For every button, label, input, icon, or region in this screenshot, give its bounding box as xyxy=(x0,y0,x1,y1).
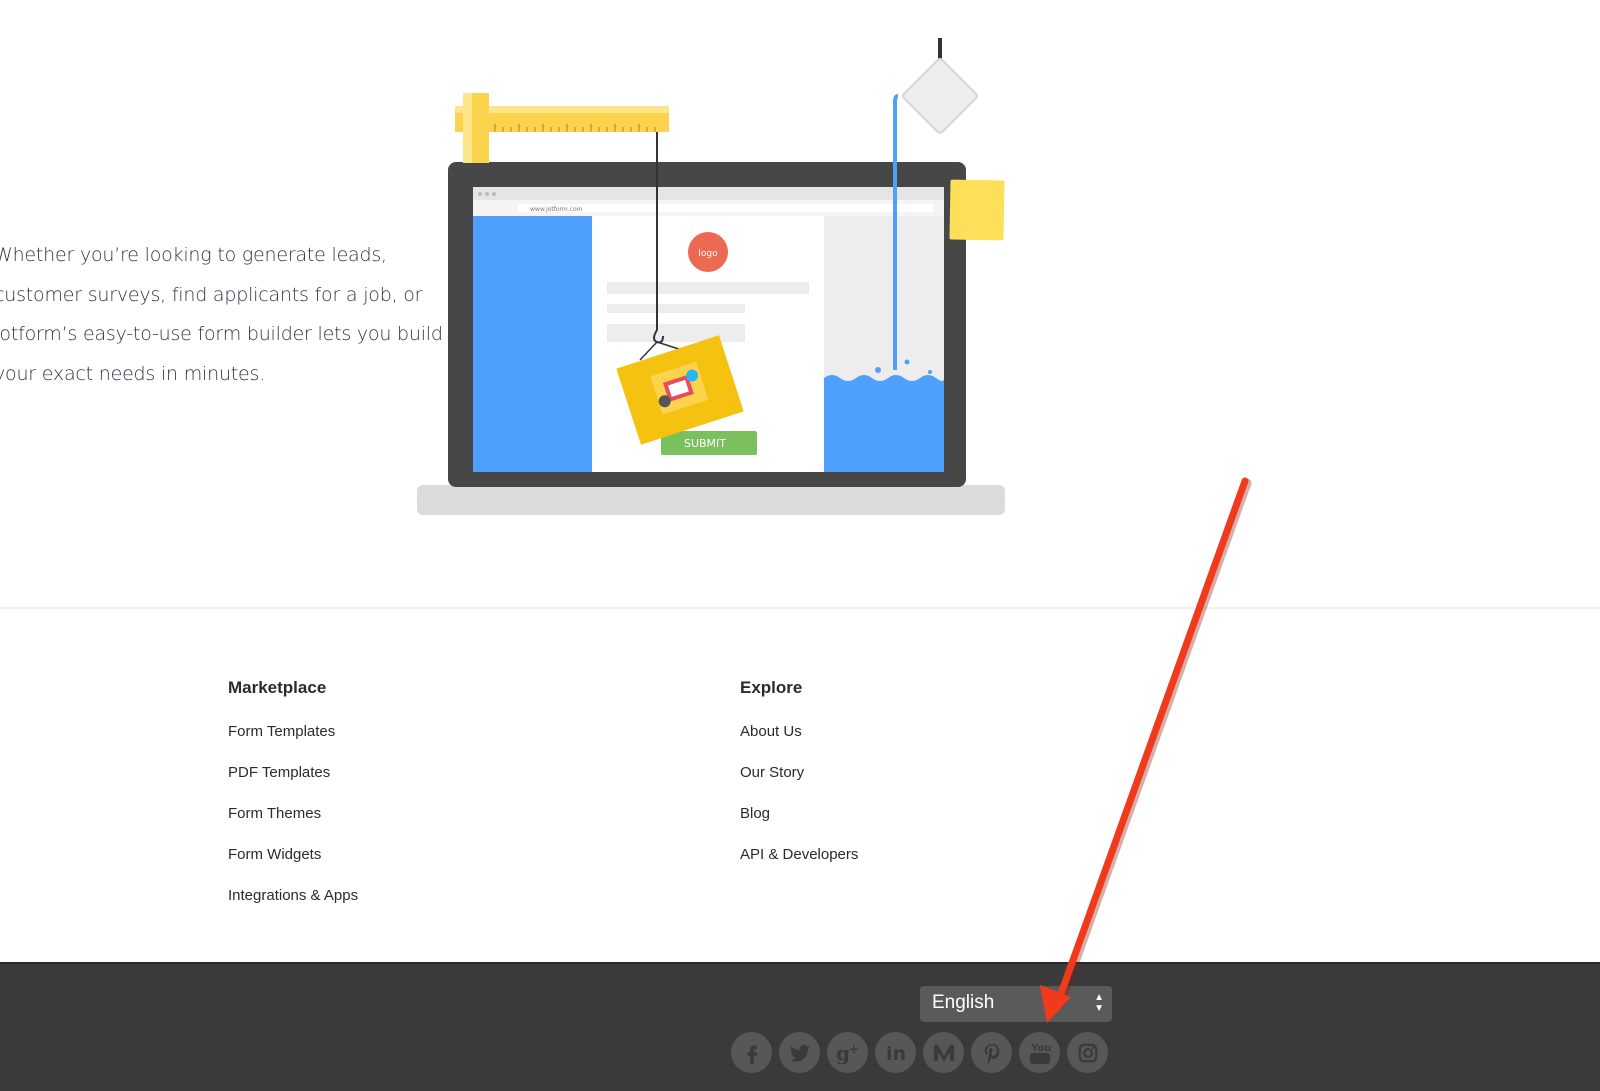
footer-link-blog[interactable]: Blog xyxy=(740,804,858,824)
language-select-value: English xyxy=(932,992,995,1013)
footer-heading-marketplace: Marketplace xyxy=(228,678,327,697)
footer-bar: English ▲ ▼ g + in You xyxy=(0,962,1600,1091)
instagram-icon[interactable] xyxy=(1067,1032,1108,1073)
svg-text:+: + xyxy=(849,1042,859,1056)
footer-link-form-themes[interactable]: Form Themes xyxy=(228,804,358,824)
social-icons: g + in You xyxy=(731,1032,1108,1073)
footer-link-our-story[interactable]: Our Story xyxy=(740,763,858,783)
logo-label: logo xyxy=(698,249,718,259)
svg-text:g: g xyxy=(836,1042,850,1064)
youtube-icon[interactable]: You xyxy=(1019,1032,1060,1073)
footer-link-form-widgets[interactable]: Form Widgets xyxy=(228,845,358,865)
browser-url: www.jotform.com xyxy=(530,206,583,213)
submit-label: SUBMIT xyxy=(684,437,726,450)
twitter-icon[interactable] xyxy=(779,1032,820,1073)
form-builder-illustration: www.jotform.com logo SUBMIT xyxy=(417,38,1005,515)
footer-link-pdf-templates[interactable]: PDF Templates xyxy=(228,763,358,783)
google-plus-icon[interactable]: g + xyxy=(827,1032,868,1073)
pinterest-icon[interactable] xyxy=(971,1032,1012,1073)
section-divider xyxy=(0,607,1600,609)
linkedin-icon[interactable]: in xyxy=(875,1032,916,1073)
svg-text:in: in xyxy=(886,1043,906,1064)
footer-link-about-us[interactable]: About Us xyxy=(740,722,858,742)
svg-text:You: You xyxy=(1030,1043,1051,1054)
medium-icon[interactable] xyxy=(923,1032,964,1073)
footer-heading-explore: Explore xyxy=(740,678,803,697)
footer-link-form-templates[interactable]: Form Templates xyxy=(228,722,358,742)
select-arrows-icon: ▲ ▼ xyxy=(1094,992,1104,1014)
footer-link-integrations-apps[interactable]: Integrations & Apps xyxy=(228,886,358,906)
language-select[interactable]: English ▲ ▼ xyxy=(920,986,1112,1022)
footer-column-explore: Explore About Us Our Story Blog API & De… xyxy=(740,678,858,886)
footer-link-api-developers[interactable]: API & Developers xyxy=(740,845,858,865)
footer-column-marketplace: Marketplace Form Templates PDF Templates… xyxy=(228,678,358,927)
facebook-icon[interactable] xyxy=(731,1032,772,1073)
